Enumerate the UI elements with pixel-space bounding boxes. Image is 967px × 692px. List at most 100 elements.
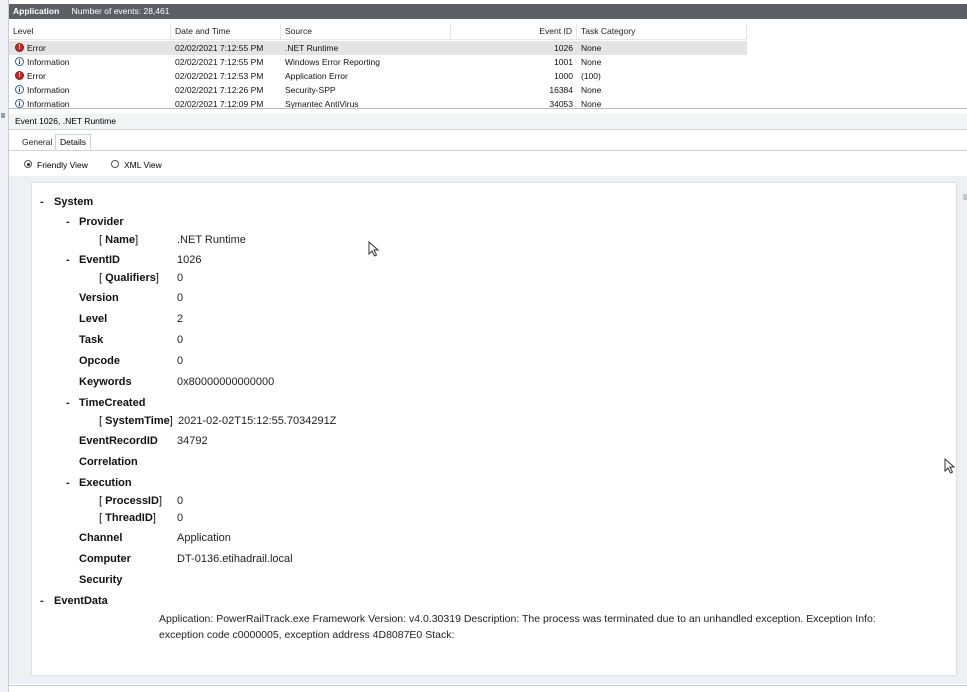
key-task: Task — [79, 334, 104, 346]
cell-datetime: 02/02/2021 7:12:09 PM — [175, 99, 264, 109]
grid-header: Level Date and Time Source Event ID Task… — [9, 24, 747, 40]
column-header-event-id[interactable]: Event ID — [451, 24, 577, 39]
opcode-value: 0 — [177, 355, 184, 367]
attr-name: [ Name] — [99, 234, 139, 246]
attr-threadid: [ ThreadID] — [99, 512, 156, 524]
node-eventid: EventID — [79, 254, 120, 266]
tab-general[interactable]: General — [18, 134, 53, 149]
column-header-datetime[interactable]: Date and Time — [171, 24, 281, 39]
keywords-value: 0x80000000000000 — [177, 376, 275, 388]
cell-event-id: 34053 — [549, 99, 573, 109]
cell-task-category: None — [581, 99, 602, 109]
attr-processid-key: ProcessID — [105, 495, 159, 507]
cell-source: Windows Error Reporting — [285, 57, 380, 67]
info-icon: i — [15, 99, 24, 108]
version-value: 0 — [177, 292, 184, 304]
attr-systemtime: [ SystemTime] — [99, 415, 173, 427]
key-channel: Channel — [79, 532, 123, 544]
table-row[interactable]: ! Error 02/02/2021 7:12:53 PM Application E… — [9, 69, 747, 83]
tab-details[interactable]: Details — [55, 134, 91, 150]
column-header-level[interactable]: Level — [9, 24, 171, 39]
cell-event-id: 16384 — [549, 85, 573, 95]
radio-selected-icon — [24, 160, 32, 168]
xml-view-label: XML View — [124, 160, 162, 170]
radio-unselected-icon — [111, 160, 119, 168]
mouse-pointer-icon — [368, 241, 380, 257]
node-system: System — [54, 196, 94, 208]
cell-event-id: 1001 — [554, 57, 573, 67]
node-execution: Execution — [79, 477, 132, 489]
eventdata-text-line1: Application: PowerRailTrack.exe Framewor… — [159, 613, 876, 625]
key-keywords: Keywords — [79, 376, 132, 388]
table-row[interactable]: ! Error 02/02/2021 7:12:55 PM .NET Runtime 1… — [9, 41, 747, 55]
cell-task-category: None — [581, 43, 602, 53]
attr-threadid-key: ThreadID — [105, 512, 153, 524]
collapse-system-icon[interactable]: - — [40, 196, 44, 208]
eventid-value: 1026 — [177, 254, 202, 266]
scrollbar-thumb[interactable] — [963, 194, 967, 200]
collapse-timecreated-icon[interactable]: - — [66, 397, 70, 409]
key-security: Security — [79, 574, 123, 586]
cell-source: .NET Runtime — [285, 43, 339, 53]
attr-processid-value: 0 — [177, 495, 184, 507]
table-row[interactable]: i Information 02/02/2021 7:12:55 PM Windows… — [9, 55, 747, 69]
column-header-task-category[interactable]: Task Category — [577, 24, 747, 39]
key-eventrecordid: EventRecordID — [79, 435, 158, 447]
column-header-source[interactable]: Source — [281, 24, 451, 39]
collapse-provider-icon[interactable]: - — [66, 216, 70, 228]
node-provider: Provider — [79, 216, 124, 228]
node-timecreated: TimeCreated — [79, 397, 146, 409]
cell-level: Error — [27, 43, 46, 53]
key-level: Level — [79, 313, 108, 325]
attr-qualifiers: [ Qualifiers] — [99, 272, 159, 284]
error-icon: ! — [15, 71, 24, 80]
level-value: 2 — [177, 313, 184, 325]
cell-datetime: 02/02/2021 7:12:53 PM — [175, 71, 264, 81]
cell-event-id: 1026 — [554, 43, 573, 53]
cell-datetime: 02/02/2021 7:12:55 PM — [175, 57, 264, 67]
task-value: 0 — [177, 334, 184, 346]
eventdata-text-line2: exception code c0000005, exception addre… — [159, 629, 455, 641]
friendly-view-tree[interactable]: - System - Provider [ Name] .NET Runtime… — [31, 182, 957, 676]
details-tabs: General Details — [9, 134, 967, 151]
left-pane-marker — [1, 113, 5, 118]
bottom-divider — [9, 685, 967, 686]
attr-qualifiers-value: 0 — [177, 272, 184, 284]
table-row[interactable]: i Information 02/02/2021 7:12:26 PM Securit… — [9, 83, 747, 97]
collapse-eventid-icon[interactable]: - — [66, 254, 70, 266]
cell-level: Information — [27, 85, 70, 95]
key-correlation: Correlation — [79, 456, 138, 468]
channel-value: Application — [177, 532, 231, 544]
left-pane-edge — [0, 0, 9, 692]
view-options: Friendly View XML View — [9, 156, 967, 174]
table-row[interactable]: i Information 02/02/2021 7:12:09 PM Symante… — [9, 97, 747, 109]
cell-event-id: 1000 — [554, 71, 573, 81]
cell-task-category: (100) — [581, 71, 601, 81]
info-icon: i — [15, 85, 24, 94]
node-eventdata: EventData — [54, 595, 108, 607]
cell-source: Symantec AntiVirus — [285, 99, 359, 109]
collapse-execution-icon[interactable]: - — [66, 477, 70, 489]
attr-name-key: Name — [105, 234, 136, 246]
attr-processid: [ ProcessID] — [99, 495, 162, 507]
cell-task-category: None — [581, 57, 602, 67]
cell-level: Error — [27, 71, 46, 81]
event-details-title: Event 1026, .NET Runtime — [15, 116, 116, 126]
cell-datetime: 02/02/2021 7:12:55 PM — [175, 43, 264, 53]
computer-value: DT-0136.etihadrail.local — [177, 553, 293, 565]
log-name: Application — [13, 6, 60, 16]
event-details-header: Event 1026, .NET Runtime — [9, 114, 967, 130]
attr-systemtime-value: 2021-02-02T15:12:55.7034291Z — [178, 415, 337, 427]
key-version: Version — [79, 292, 119, 304]
key-computer: Computer — [79, 553, 131, 565]
attr-systemtime-key: SystemTime — [105, 415, 170, 427]
event-count: Number of events: 28,461 — [71, 6, 170, 16]
attr-name-value: .NET Runtime — [177, 234, 246, 246]
collapse-eventdata-icon[interactable]: - — [40, 595, 44, 607]
events-grid: Level Date and Time Source Event ID Task… — [9, 24, 967, 109]
cell-source: Application Error — [285, 71, 348, 81]
mouse-pointer-icon-secondary — [944, 458, 956, 474]
info-icon: i — [15, 57, 24, 66]
cell-level: Information — [27, 57, 70, 67]
key-opcode: Opcode — [79, 355, 120, 367]
